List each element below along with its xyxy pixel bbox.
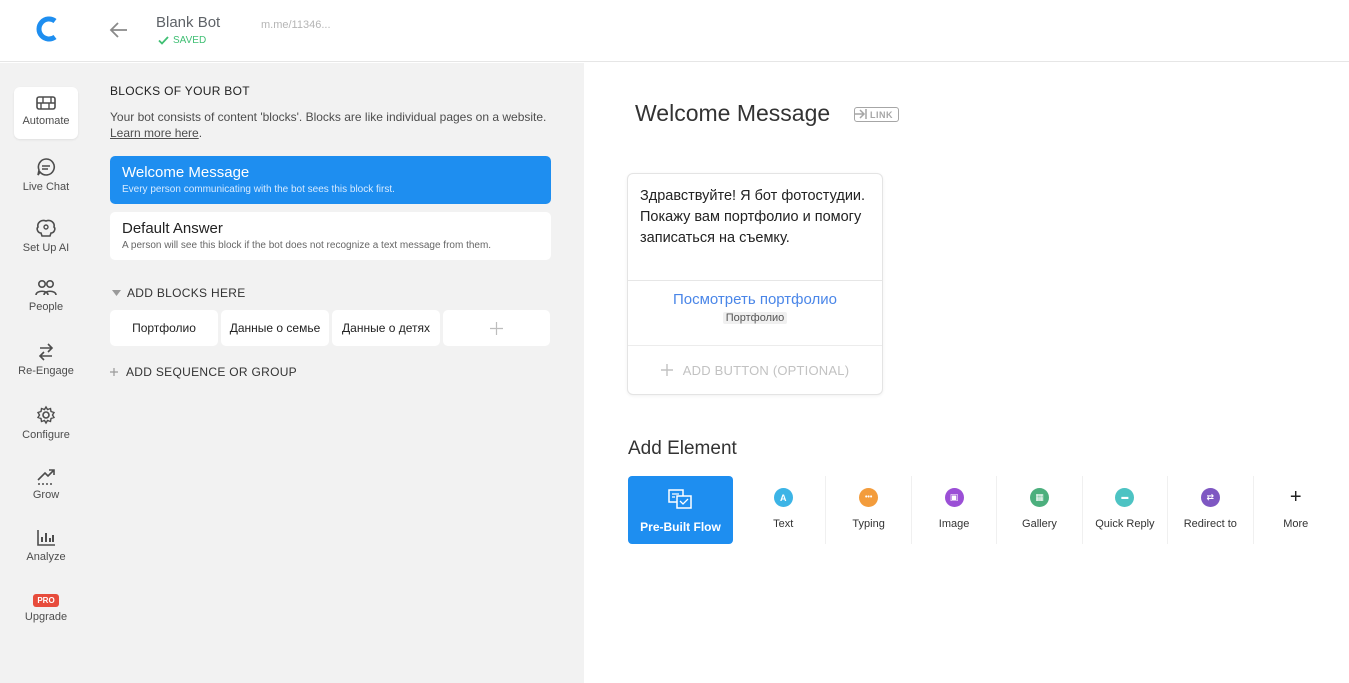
block-button-portfolio[interactable]: Портфолио [110, 310, 218, 346]
bot-name[interactable]: Blank Bot [156, 14, 220, 31]
link-badge[interactable]: LINK [854, 105, 899, 124]
sidebar-item-label: Live Chat [22, 181, 70, 193]
ai-brain-icon [36, 219, 56, 237]
element-label: Typing [852, 518, 885, 530]
add-element-title: Add Element [628, 438, 737, 459]
element-toolbar: A Text ••• Typing ▣ Image ▦ Gallery ▬ Qu… [741, 476, 1338, 544]
add-blocks-header[interactable]: ADD BLOCKS HERE [112, 286, 246, 300]
learn-more-link[interactable]: Learn more here [110, 126, 199, 140]
chatfuel-logo-icon[interactable] [34, 15, 60, 43]
people-icon [35, 279, 57, 296]
blocks-panel: BLOCKS OF YOUR BOT Your bot consists of … [92, 63, 584, 683]
gear-icon [36, 405, 56, 425]
pro-badge: PRO [33, 594, 59, 607]
saved-status: SAVED [158, 35, 206, 46]
sidebar-item-people[interactable]: People [14, 279, 78, 331]
link-arrow-icon [854, 109, 867, 119]
sidebar-item-label: Upgrade [24, 611, 68, 623]
welcome-message-block[interactable]: Welcome Message Every person communicati… [110, 156, 551, 204]
message-button[interactable]: Посмотреть портфолио Портфолио [628, 281, 882, 346]
add-gallery-element[interactable]: ▦ Gallery [997, 476, 1083, 544]
sidebar-item-label: Analyze [26, 551, 66, 563]
element-label: Image [938, 518, 970, 530]
analyze-icon [37, 530, 55, 546]
text-message-card: Здравствуйте! Я бот фотостудии. Покажу в… [627, 173, 883, 395]
pre-built-flow-button[interactable]: Pre-Built Flow [628, 476, 733, 544]
caret-down-icon [112, 290, 121, 296]
sidebar-item-grow[interactable]: Grow [14, 467, 78, 519]
sidebar-item-label: Configure [22, 429, 70, 441]
message-button-target[interactable]: Портфолио [722, 312, 788, 324]
add-sequence-label: ADD SEQUENCE OR GROUP [126, 365, 297, 379]
gallery-icon: ▦ [1029, 488, 1049, 507]
add-block-button[interactable] [443, 310, 550, 346]
sidebar-item-analyze[interactable]: Analyze [14, 529, 78, 581]
grow-icon [37, 469, 55, 485]
add-redirect-element[interactable]: ⇄ Redirect to [1168, 476, 1254, 544]
plus-icon [490, 321, 503, 335]
default-answer-block[interactable]: Default Answer A person will see this bl… [110, 212, 551, 260]
sidebar: Automate Live Chat Set Up AI People Re-E… [0, 63, 92, 683]
add-button-option[interactable]: ADD BUTTON (OPTIONAL) [628, 346, 882, 394]
image-icon: ▣ [944, 488, 964, 507]
element-label: Redirect to [1183, 518, 1237, 530]
add-blocks-label: ADD BLOCKS HERE [127, 286, 246, 300]
sidebar-item-label: Automate [22, 115, 70, 127]
sidebar-item-label: Grow [32, 489, 60, 501]
chat-icon [37, 158, 55, 176]
message-button-label[interactable]: Посмотреть портфолио [628, 291, 882, 308]
sidebar-item-automate[interactable]: Automate [14, 87, 78, 139]
add-image-element[interactable]: ▣ Image [912, 476, 998, 544]
element-label: More [1283, 518, 1309, 530]
sidebar-item-upgrade[interactable]: PRO Upgrade [14, 586, 78, 638]
block-subtitle: A person will see this block if the bot … [122, 240, 492, 251]
element-label: Quick Reply [1095, 518, 1155, 530]
bot-link[interactable]: m.me/11346... [261, 19, 331, 31]
re-engage-icon [38, 343, 54, 361]
more-elements-button[interactable]: + More [1254, 476, 1338, 544]
add-typing-element[interactable]: ••• Typing [826, 476, 912, 544]
block-button-family[interactable]: Данные о семье [221, 310, 329, 346]
quick-reply-icon: ▬ [1115, 488, 1135, 507]
message-text[interactable]: Здравствуйте! Я бот фотостудии. Покажу в… [628, 174, 882, 281]
add-quick-reply-element[interactable]: ▬ Quick Reply [1083, 476, 1169, 544]
add-sequence-button[interactable]: ADD SEQUENCE OR GROUP [110, 365, 297, 379]
sidebar-item-set-up-ai[interactable]: Set Up AI [14, 218, 78, 270]
add-text-element[interactable]: A Text [741, 476, 827, 544]
blocks-description-text: Your bot consists of content 'blocks'. B… [110, 110, 547, 124]
block-editor-title[interactable]: Welcome Message [635, 100, 830, 127]
block-subtitle: Every person communicating with the bot … [122, 184, 395, 195]
sidebar-item-label: People [28, 301, 64, 313]
blocks-title: BLOCKS OF YOUR BOT [110, 84, 250, 98]
block-title: Welcome Message [122, 164, 250, 181]
plus-icon [110, 368, 118, 376]
sidebar-item-label: Set Up AI [22, 242, 70, 254]
element-label: Gallery [1022, 518, 1057, 530]
blocks-description: Your bot consists of content 'blocks'. B… [110, 109, 550, 141]
checkmark-icon [158, 36, 169, 45]
redirect-icon: ⇄ [1200, 488, 1220, 507]
top-bar: Blank Bot SAVED m.me/11346... [0, 0, 1349, 62]
sidebar-item-label: Re-Engage [18, 365, 74, 377]
pre-built-flow-label: Pre-Built Flow [640, 520, 721, 534]
back-arrow-icon[interactable] [109, 19, 129, 41]
sidebar-item-configure[interactable]: Configure [14, 405, 78, 457]
sidebar-item-re-engage[interactable]: Re-Engage [14, 343, 78, 395]
saved-label: SAVED [173, 35, 207, 46]
plus-icon [660, 364, 673, 376]
flow-template-icon [668, 489, 692, 509]
typing-icon: ••• [859, 488, 879, 507]
block-editor: Welcome Message LINK Здравствуйте! Я бот… [584, 63, 1349, 683]
block-button-children[interactable]: Данные о детях [332, 310, 440, 346]
automate-icon [36, 96, 56, 110]
learn-more-suffix: . [198, 126, 203, 140]
plus-icon: + [1289, 486, 1302, 508]
text-icon: A [773, 488, 793, 507]
add-button-label: ADD BUTTON (OPTIONAL) [682, 362, 850, 378]
element-label: Text [773, 518, 794, 530]
sidebar-item-live-chat[interactable]: Live Chat [14, 157, 78, 209]
block-title: Default Answer [122, 220, 223, 237]
